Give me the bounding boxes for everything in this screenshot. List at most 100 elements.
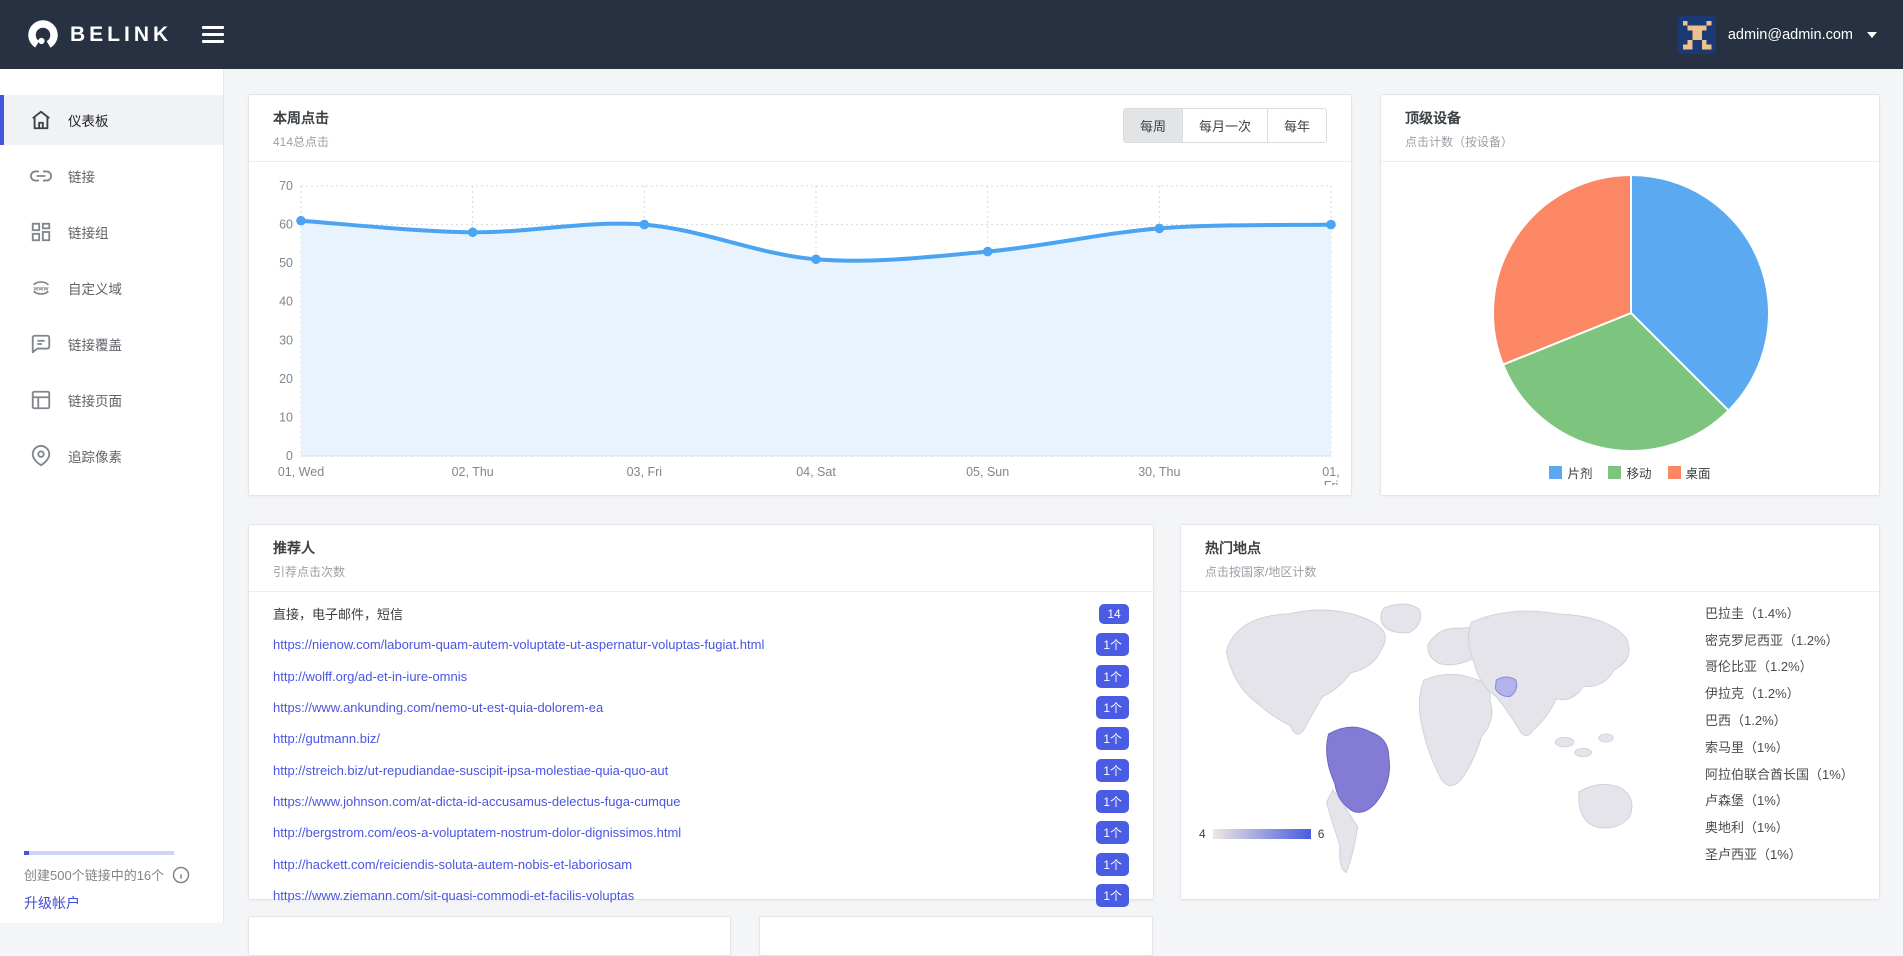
info-icon[interactable] xyxy=(172,866,190,884)
referrer-label: 直接，电子邮件，短信 xyxy=(273,604,403,623)
referrers-card: 推荐人 引荐点击次数 直接，电子邮件，短信14https://nienow.co… xyxy=(248,524,1154,900)
range-button-0[interactable]: 每周 xyxy=(1124,109,1183,142)
links-usage-progressbar xyxy=(24,851,174,855)
legend-label: 片剂 xyxy=(1567,463,1592,482)
map-asia xyxy=(1468,611,1629,735)
referrer-link[interactable]: https://nienow.com/laborum-quam-autem-vo… xyxy=(273,637,764,652)
brand-logo[interactable]: BELINK xyxy=(26,18,172,52)
devices-card-subtitle: 点击计数（按设备） xyxy=(1405,133,1513,150)
avatar xyxy=(1678,16,1716,54)
country-item: 哥伦比亚（1.2%） xyxy=(1705,653,1873,680)
referrer-link[interactable]: http://gutmann.biz/ xyxy=(273,731,380,746)
range-button-2[interactable]: 每年 xyxy=(1268,109,1326,142)
map-north-america xyxy=(1226,610,1385,734)
belink-logo-icon xyxy=(26,18,60,52)
link-icon xyxy=(30,165,52,187)
range-button-1[interactable]: 每月一次 xyxy=(1183,109,1268,142)
sidebar-item-label: 链接 xyxy=(68,166,95,186)
brand-name: BELINK xyxy=(70,23,172,47)
top-devices-card: 顶级设备 点击计数（按设备） 片剂移动桌面 xyxy=(1380,94,1880,496)
svg-text:60: 60 xyxy=(279,218,293,232)
map-indonesia xyxy=(1555,738,1574,747)
click-count-badge: 1个 xyxy=(1096,790,1129,813)
referrer-link[interactable]: http://wolff.org/ad-et-in-iure-omnis xyxy=(273,669,467,684)
map-color-scale: 4 6 xyxy=(1199,827,1324,841)
legend-swatch xyxy=(1549,466,1562,479)
pin-icon xyxy=(30,445,52,467)
referrers-card-title: 推荐人 xyxy=(273,538,345,558)
svg-text:03, Fri: 03, Fri xyxy=(627,465,662,479)
usage-box: 创建500个链接中的16个 升级帐户 xyxy=(24,851,184,913)
referrer-row: https://www.ziemann.com/sit-quasi-commod… xyxy=(273,880,1129,911)
sidebar-item-label: 链接页面 xyxy=(68,390,122,410)
sidebar-item-globe[interactable]: www 自定义域 xyxy=(0,263,223,313)
sidebar-item-link[interactable]: 链接 xyxy=(0,151,223,201)
country-item: 圣卢西亚（1%） xyxy=(1705,840,1873,867)
locations-card-title: 热门地点 xyxy=(1205,538,1316,558)
layout-icon xyxy=(30,389,52,411)
svg-text:70: 70 xyxy=(279,179,293,193)
referrer-row: http://wolff.org/ad-et-in-iure-omnis1个 xyxy=(273,661,1129,692)
referrer-link[interactable]: https://www.ankunding.com/nemo-ut-est-qu… xyxy=(273,700,603,715)
clicks-card-subtitle: 414总点击 xyxy=(273,133,329,150)
world-map[interactable] xyxy=(1193,587,1663,887)
upgrade-account-link[interactable]: 升级帐户 xyxy=(24,893,80,913)
legend-item-2[interactable]: 桌面 xyxy=(1668,463,1711,482)
overlay-icon xyxy=(30,333,52,355)
map-greenland xyxy=(1381,604,1421,633)
svg-text:01,Fri: 01,Fri xyxy=(1322,465,1339,485)
referrer-list: 直接，电子邮件，短信 14 https://nienow.com/laborum-q… xyxy=(249,592,1153,911)
sidebar-item-label: 追踪像素 xyxy=(68,446,122,466)
svg-text:30, Thu: 30, Thu xyxy=(1138,465,1180,479)
country-item: 阿拉伯联合酋长国（1%） xyxy=(1705,760,1873,787)
click-count-badge: 1个 xyxy=(1096,821,1129,844)
sidebar-item-label: 链接覆盖 xyxy=(68,334,122,354)
usage-text: 创建500个链接中的16个 xyxy=(24,865,164,884)
referrer-link[interactable]: http://hackett.com/reiciendis-soluta-aut… xyxy=(273,857,632,872)
sidebar-item-overlay[interactable]: 链接覆盖 xyxy=(0,319,223,369)
home-icon xyxy=(30,109,52,131)
click-count-badge: 1个 xyxy=(1096,853,1129,876)
map-philippines xyxy=(1575,748,1592,756)
referrer-row: http://bergstrom.com/eos-a-voluptatem-no… xyxy=(273,817,1129,848)
sidebar-item-label: 仪表板 xyxy=(68,110,109,130)
referrer-link[interactable]: https://www.ziemann.com/sit-quasi-commod… xyxy=(273,888,634,903)
partial-card-left xyxy=(248,916,731,956)
sidebar-item-grid[interactable]: 链接组 xyxy=(0,207,223,257)
sidebar-nav: 仪表板链接链接组 www 自定义域链接覆盖链接页面追踪像素 xyxy=(0,95,223,481)
click-count-badge: 1个 xyxy=(1096,884,1129,907)
user-menu[interactable]: admin@admin.com xyxy=(1678,16,1877,54)
referrer-link[interactable]: http://streich.biz/ut-repudiandae-suscip… xyxy=(273,763,668,778)
referrer-row: http://hackett.com/reiciendis-soluta-aut… xyxy=(273,848,1129,879)
menu-toggle-icon[interactable] xyxy=(198,22,228,47)
sidebar-item-pin[interactable]: 追踪像素 xyxy=(0,431,223,481)
chevron-down-icon xyxy=(1867,32,1877,38)
referrer-link[interactable]: http://bergstrom.com/eos-a-voluptatem-no… xyxy=(273,825,681,840)
globe-icon: www xyxy=(30,277,52,299)
sidebar-item-label: 链接组 xyxy=(68,222,109,242)
top-locations-card: 热门地点 点击按国家/地区计数 4 6 巴拉圭（1.4%）密克罗尼西亚（1.2%… xyxy=(1180,524,1880,900)
svg-text:0: 0 xyxy=(286,449,293,463)
click-count-badge: 1个 xyxy=(1096,696,1129,719)
range-button-group: 每周每月一次每年 xyxy=(1123,108,1327,143)
weekly-clicks-card: 本周点击 414总点击 每周每月一次每年 01020304050607001, … xyxy=(248,94,1352,496)
svg-text:20: 20 xyxy=(279,372,293,386)
sidebar-item-label: 自定义域 xyxy=(68,278,122,298)
referrer-row: http://gutmann.biz/1个 xyxy=(273,723,1129,754)
legend-item-1[interactable]: 移动 xyxy=(1608,463,1651,482)
legend-swatch xyxy=(1668,466,1681,479)
legend-swatch xyxy=(1608,466,1621,479)
referrer-row: https://www.johnson.com/at-dicta-id-accu… xyxy=(273,786,1129,817)
referrer-link[interactable]: https://www.johnson.com/at-dicta-id-accu… xyxy=(273,794,681,809)
devices-pie-chart xyxy=(1489,171,1773,455)
legend-item-0[interactable]: 片剂 xyxy=(1549,463,1592,482)
svg-text:04, Sat: 04, Sat xyxy=(796,465,836,479)
country-list: 巴拉圭（1.4%）密克罗尼西亚（1.2%）哥伦比亚（1.2%）伊拉克（1.2%）… xyxy=(1705,599,1873,867)
sidebar-item-home[interactable]: 仪表板 xyxy=(0,95,223,145)
pie-legend: 片剂移动桌面 xyxy=(1381,463,1879,482)
click-count-badge: 14 xyxy=(1099,604,1129,624)
clicks-line-chart: 01020304050607001, Wed02, Thu03, Fri04, … xyxy=(249,170,1353,485)
sidebar-item-layout[interactable]: 链接页面 xyxy=(0,375,223,425)
svg-text:02, Thu: 02, Thu xyxy=(452,465,494,479)
devices-card-title: 顶级设备 xyxy=(1405,108,1513,128)
